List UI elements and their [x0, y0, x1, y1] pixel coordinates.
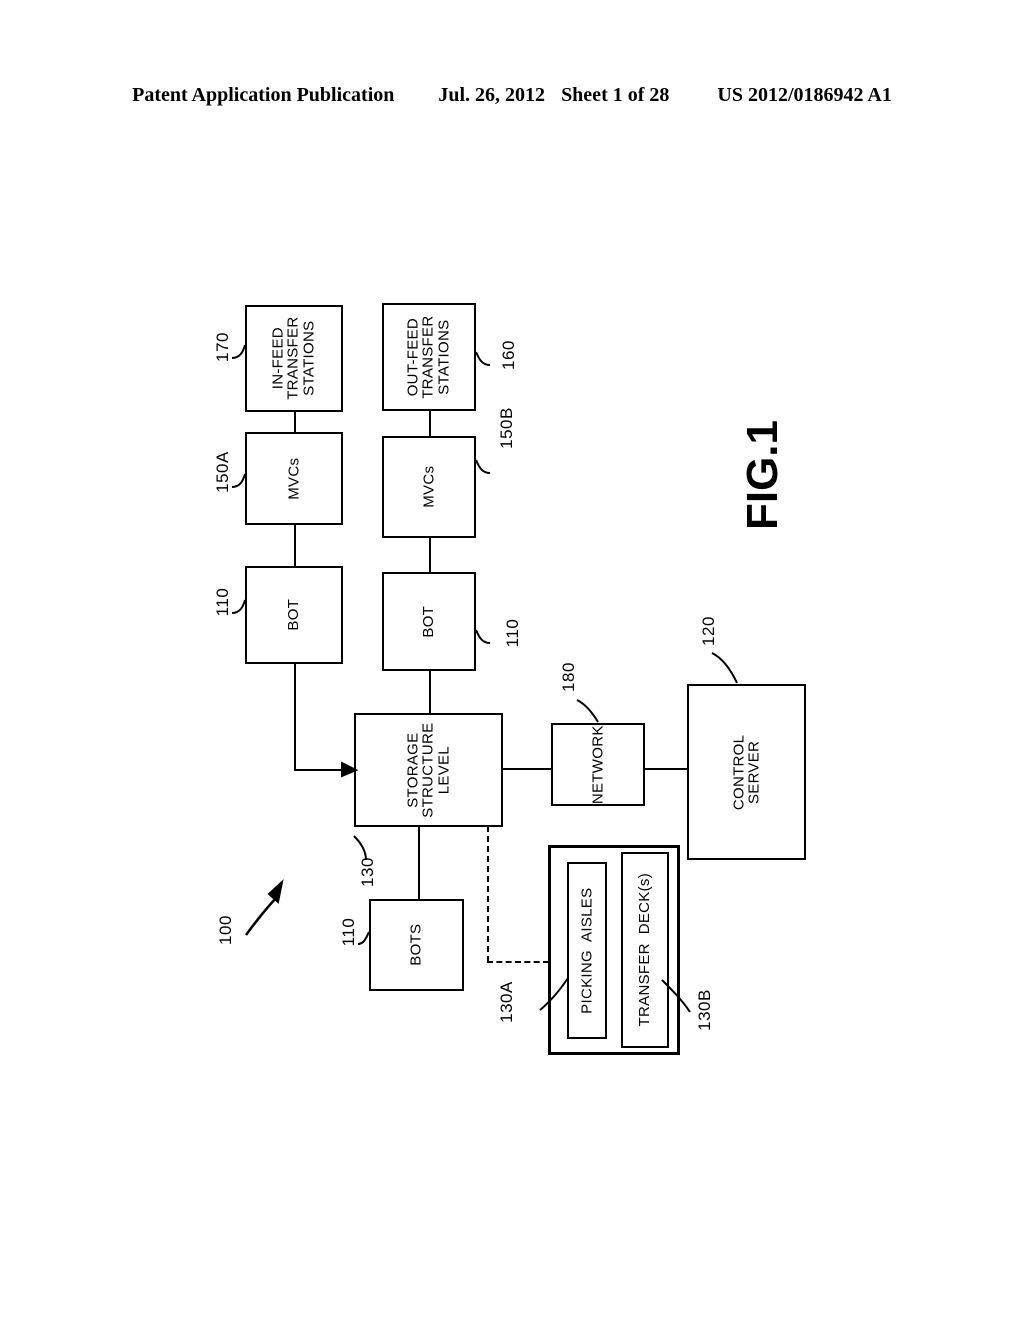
- node-out-feed-transfer-stations[interactable]: OUT-FEED TRANSFER STATIONS: [382, 303, 476, 411]
- connector-infeed-to-mvcs-in: [294, 411, 296, 433]
- node-control-server[interactable]: CONTROL SERVER: [687, 684, 806, 860]
- connector-bot-out-to-storage: [429, 670, 431, 715]
- node-storage-structure-level[interactable]: STORAGE STRUCTURE LEVEL: [354, 713, 503, 827]
- node-network[interactable]: NETWORK: [551, 723, 645, 806]
- node-in-feed-transfer-stations[interactable]: IN-FEED TRANSFER STATIONS: [245, 305, 343, 412]
- refnum-130: 130: [358, 857, 377, 887]
- leader-lines-overlay: [231, 344, 738, 1013]
- connector-storage-to-network: [502, 768, 553, 770]
- node-label-mvcs-in-feed: MVCs: [285, 457, 303, 500]
- refnum-110-bot-in: 110: [213, 587, 232, 617]
- node-label-storage-structure-level: STORAGE STRUCTURE LEVEL: [404, 722, 453, 818]
- node-label-bots: BOTS: [407, 923, 425, 967]
- node-bot-out-feed[interactable]: BOT: [382, 572, 476, 671]
- node-label-mvcs-out-feed: MVCs: [420, 465, 438, 509]
- node-label-in-feed-transfer-stations: IN-FEED TRANSFER STATIONS: [269, 316, 318, 401]
- connector-storage-to-bots: [418, 826, 420, 900]
- node-label-network: NETWORK: [589, 725, 607, 804]
- refnum-170: 170: [213, 332, 232, 362]
- connector-bot-in-down: [294, 663, 296, 771]
- connector-bot-in-to-storage: [294, 769, 342, 771]
- dashed-connector-to-group-box: [487, 961, 549, 963]
- node-label-bot-out-feed: BOT: [420, 605, 438, 638]
- refnum-150B: 150B: [497, 407, 516, 449]
- refnum-130B: 130B: [695, 989, 714, 1031]
- refnum-150A: 150A: [213, 451, 232, 493]
- refnum-180: 180: [559, 662, 578, 692]
- node-label-transfer-decks: TRANSFER DECK(s): [636, 873, 654, 1027]
- refnum-130A: 130A: [497, 981, 516, 1023]
- refnum-100-system: 100: [216, 915, 235, 945]
- refnum-110-bot-out: 110: [503, 618, 522, 648]
- dashed-connector-storage-vertical: [487, 826, 489, 962]
- connector-mvcs-out-to-bot-out: [429, 538, 431, 572]
- node-picking-aisles[interactable]: PICKING AISLES: [567, 862, 607, 1039]
- node-label-control-server: CONTROL SERVER: [730, 734, 763, 810]
- connector-mvcs-in-to-bot-in: [294, 524, 296, 566]
- node-mvcs-out-feed[interactable]: MVCs: [382, 436, 476, 538]
- node-label-bot-in-feed: BOT: [285, 599, 303, 631]
- figure-caption: FIG.1: [738, 419, 787, 531]
- node-bots[interactable]: BOTS: [369, 899, 464, 991]
- node-label-out-feed-transfer-stations: OUT-FEED TRANSFER STATIONS: [404, 315, 453, 399]
- refnum-120: 120: [699, 616, 718, 646]
- node-bot-in-feed[interactable]: BOT: [245, 566, 343, 664]
- node-label-picking-aisles: PICKING AISLES: [578, 887, 596, 1014]
- node-transfer-decks[interactable]: TRANSFER DECK(s): [621, 852, 669, 1048]
- group-box-storage-structure-subcomponents: PICKING AISLES TRANSFER DECK(s): [548, 845, 680, 1055]
- refnum-160: 160: [499, 340, 518, 370]
- figure-1-block-diagram: IN-FEED TRANSFER STATIONS OUT-FEED TRANS…: [0, 0, 1024, 1320]
- node-mvcs-in-feed[interactable]: MVCs: [245, 432, 343, 525]
- refnum-110-bots: 110: [339, 917, 358, 947]
- connector-network-to-control-server: [644, 768, 689, 770]
- connector-outfeed-to-mvcs-out: [429, 411, 431, 436]
